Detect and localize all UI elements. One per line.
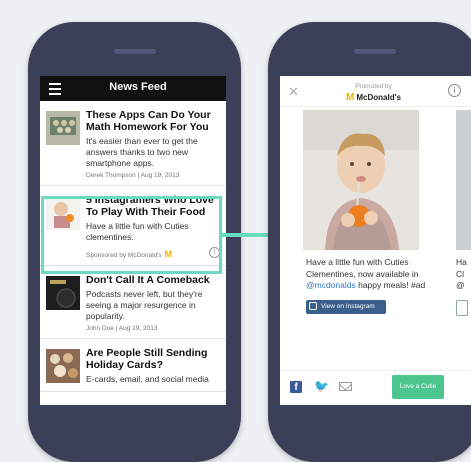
article-title: Are People Still Sending Holiday Cards? — [86, 347, 208, 371]
phone-right: ✕ Promoted by M McDonald's i Have a littl… — [268, 22, 471, 462]
article-thumbnail — [46, 111, 80, 145]
mcdonalds-logo-icon: M — [346, 92, 355, 103]
brand: M McDonald's — [280, 92, 467, 103]
caption-handle-link[interactable]: @mcdonalds — [306, 280, 356, 290]
next-ad-photo[interactable] — [456, 110, 471, 250]
caption-text-end: happy meals! #ad — [355, 280, 426, 290]
info-icon[interactable]: i — [448, 84, 461, 97]
view-on-instagram-button[interactable]: View on Instagram — [306, 300, 386, 314]
next-ad-caption: Ha Cl @ — [456, 257, 467, 290]
article-thumbnail — [46, 349, 80, 383]
love-a-cutie-button[interactable]: Love a Cutie — [392, 375, 444, 399]
article-meta: Derek Thompson | Aug 19, 2013 — [86, 172, 180, 179]
twitter-icon[interactable]: 🐦 — [314, 379, 329, 393]
instagram-button-label: View on Instagram — [321, 303, 375, 310]
article-meta: John Doe | Aug 19, 2013 — [86, 325, 158, 332]
highlight-box — [41, 196, 222, 274]
article-title: Don't Call It A Comeback — [86, 274, 210, 286]
ad-screen: ✕ Promoted by M McDonald's i Have a littl… — [280, 76, 471, 405]
ad-photo[interactable] — [303, 110, 419, 250]
share-bar: f 🐦 Love a Cutie — [280, 370, 471, 405]
facebook-icon[interactable]: f — [290, 381, 302, 393]
instagram-icon — [309, 302, 317, 310]
mail-icon[interactable] — [339, 382, 352, 391]
ad-caption: Have a little fun with Cuties Clementine… — [306, 257, 441, 292]
article-description: Podcasts never left, but they're seeing … — [86, 289, 203, 321]
article-item[interactable]: Are People Still Sending Holiday Cards? … — [40, 339, 226, 392]
article-thumbnail — [46, 276, 80, 310]
brand-name: McDonald's — [356, 93, 401, 102]
ad-header: ✕ Promoted by M McDonald's i — [280, 76, 471, 107]
article-description: E-cards, email, and social media — [86, 374, 209, 384]
caption-text: Have a little fun with Cuties Clementine… — [306, 257, 419, 279]
article-item[interactable]: Don't Call It A Comeback Podcasts never … — [40, 266, 226, 339]
nav-title: News Feed — [109, 81, 167, 93]
promoted-label: Promoted by — [355, 83, 392, 90]
phone-speaker — [114, 49, 156, 54]
article-title: These Apps Can Do Your Math Homework For… — [86, 109, 211, 133]
article-description: It's easier than ever to get the answers… — [86, 136, 198, 168]
phone-speaker — [354, 49, 396, 54]
article-item[interactable]: These Apps Can Do Your Math Homework For… — [40, 101, 226, 186]
next-instagram-button[interactable] — [456, 300, 468, 316]
nav-bar: News Feed — [40, 76, 226, 101]
